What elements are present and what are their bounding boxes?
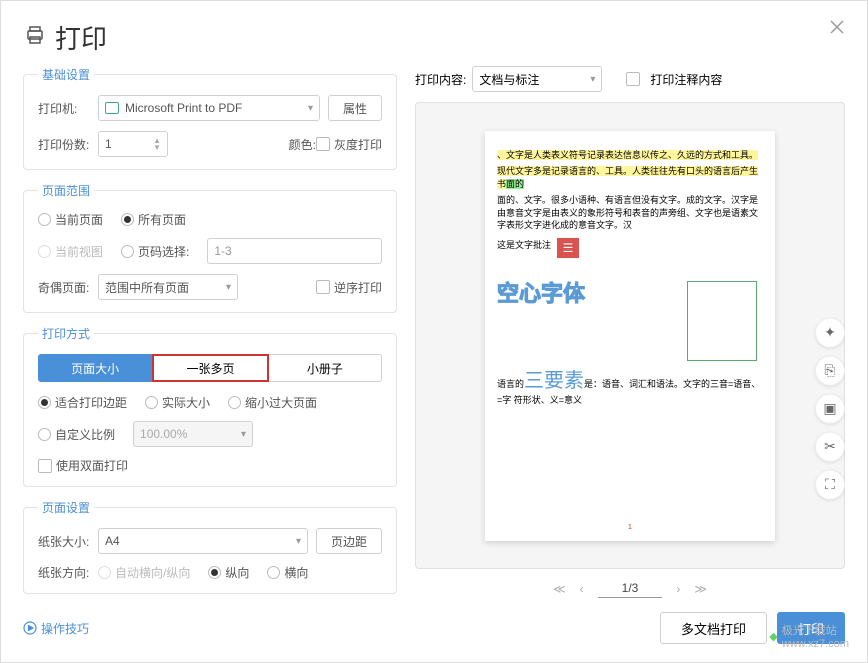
next-page-button[interactable]: › [676,582,680,596]
odd-even-label: 奇偶页面: [38,279,98,296]
page-range-section: 页面范围 当前页面 所有页面 当前视图 页码选择: 奇偶页面: 范围中所有页面▾ [23,182,397,313]
reverse-label: 逆序打印 [334,279,382,296]
page-indicator[interactable]: 1/3 [598,579,663,598]
multi-doc-print-button[interactable]: 多文档打印 [660,612,767,644]
range-legend: 页面范围 [38,182,94,199]
duplex-checkbox[interactable] [38,459,52,473]
paper-size-select[interactable]: A4▾ [98,528,308,554]
duplex-label: 使用双面打印 [56,457,128,474]
tips-link[interactable]: 操作技巧 [23,620,89,637]
method-legend: 打印方式 [38,325,94,342]
print-icon [23,23,47,52]
orientation-label: 纸张方向: [38,564,98,581]
color-label: 颜色: [289,136,316,153]
basic-settings-section: 基础设置 打印机: Microsoft Print to PDF ▾ 属性 打印… [23,66,397,170]
preview-area: 、文字是人类表义符号记录表达信息以传之、久远的方式和工具。 现代文字多是记录语言… [415,102,845,569]
tab-page-size[interactable]: 页面大小 [38,354,152,382]
portrait-radio[interactable]: 纵向 [208,564,249,581]
print-notes-checkbox[interactable] [626,72,640,86]
preview-page: 、文字是人类表义符号记录表达信息以传之、久远的方式和工具。 现代文字多是记录语言… [485,131,775,541]
print-content-select[interactable]: 文档与标注▾ [472,66,602,92]
chevron-down-icon: ▾ [308,103,313,114]
printer-label: 打印机: [38,100,98,117]
basic-legend: 基础设置 [38,66,94,83]
printer-select[interactable]: Microsoft Print to PDF ▾ [98,95,320,121]
current-page-radio[interactable]: 当前页面 [38,211,103,228]
tool-icon-1[interactable]: ✦ [815,317,845,347]
first-page-button[interactable]: ≪ [553,582,566,596]
comment-icon: ☰ [557,238,579,258]
shrink-radio[interactable]: 缩小过大页面 [228,394,317,411]
odd-even-select[interactable]: 范围中所有页面▾ [98,274,238,300]
print-notes-label: 打印注释内容 [650,71,722,88]
tool-icon-3[interactable]: ▣ [815,393,845,423]
tool-icon-2[interactable]: ⎘ [815,355,845,385]
prev-page-button[interactable]: ‹ [580,582,584,596]
current-view-radio: 当前视图 [38,243,103,260]
properties-button[interactable]: 属性 [328,95,382,121]
tool-icon-5[interactable]: ⛶ [815,469,845,499]
crop-icon[interactable]: ✂ [815,431,845,461]
print-method-section: 打印方式 页面大小 一张多页 小册子 适合打印边距 实际大小 缩小过大页面 自定… [23,325,397,487]
page-setup-section: 页面设置 纸张大小: A4▾ 页边距 纸张方向: 自动横向/纵向 纵向 横向 [23,499,397,594]
grayscale-checkbox[interactable] [316,137,330,151]
grayscale-label: 灰度打印 [334,136,382,153]
preview-page-number: 1 [628,524,632,531]
page-legend: 页面设置 [38,499,94,516]
reverse-checkbox[interactable] [316,280,330,294]
margin-button[interactable]: 页边距 [316,528,382,554]
custom-scale-input[interactable]: 100.00%▾ [133,421,253,447]
tab-booklet[interactable]: 小册子 [269,354,382,382]
dialog-title: 打印 [55,19,107,56]
watermark: ◆ 极光下载站www.xz7.com [769,622,849,650]
tab-multi-page[interactable]: 一张多页 [152,354,268,382]
paper-size-label: 纸张大小: [38,533,98,550]
page-select-radio[interactable]: 页码选择: [121,243,189,260]
copies-label: 打印份数: [38,136,98,153]
close-button[interactable] [829,19,845,40]
fit-margin-radio[interactable]: 适合打印边距 [38,394,127,411]
print-content-label: 打印内容: [415,71,466,88]
last-page-button[interactable]: ≫ [694,582,707,596]
printer-device-icon [105,102,119,114]
copies-input[interactable]: 1 ▲▼ [98,131,168,157]
page-range-input[interactable] [207,238,382,264]
preview-shape [687,281,757,361]
auto-orient-radio: 自动横向/纵向 [98,564,190,581]
custom-scale-radio[interactable]: 自定义比例 [38,426,115,443]
all-pages-radio[interactable]: 所有页面 [121,211,186,228]
actual-size-radio[interactable]: 实际大小 [145,394,210,411]
landscape-radio[interactable]: 横向 [267,564,308,581]
